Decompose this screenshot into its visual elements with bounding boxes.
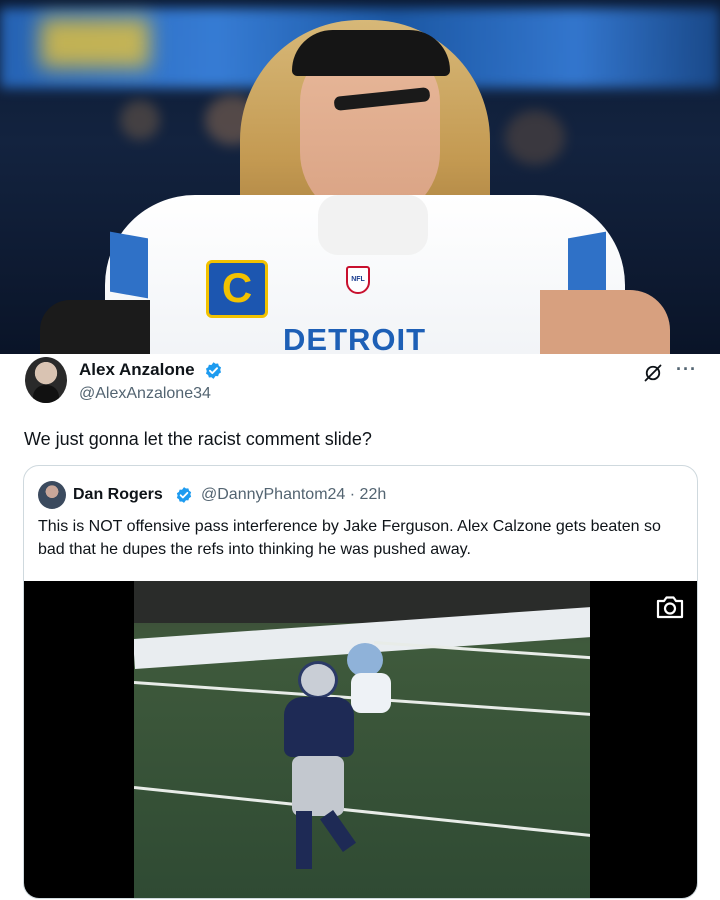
player-arm-right: [540, 290, 670, 354]
leg: [319, 810, 357, 852]
quoted-author-handle-time: @DannyPhantom24 · 22h: [201, 486, 387, 503]
author-name[interactable]: Alex Anzalone: [79, 360, 195, 380]
jersey-sleeve-stripe-left: [110, 231, 148, 299]
hero-photo: C NFL DETROIT: [0, 0, 720, 354]
avatar[interactable]: [25, 357, 67, 403]
more-options-icon[interactable]: ···: [676, 359, 697, 380]
quoted-media-video[interactable]: [24, 581, 697, 898]
avatar[interactable]: [38, 481, 66, 509]
stadium-banner-highlight: [40, 18, 150, 68]
quoted-tweet[interactable]: Dan Rogers @DannyPhantom24 · 22h This is…: [23, 465, 698, 899]
stadium-light: [120, 100, 160, 140]
player-undershirt: [318, 195, 428, 255]
player-arm-left: [40, 300, 150, 354]
camera-icon[interactable]: [654, 593, 686, 621]
tweet-card: Alex Anzalone @AlexAnzalone34 ··· We jus…: [0, 354, 720, 900]
jersey: [284, 697, 354, 757]
tweet-text: We just gonna let the racist comment sli…: [24, 429, 372, 449]
author-handle[interactable]: @AlexAnzalone34: [79, 385, 211, 403]
grok-icon[interactable]: [643, 363, 663, 383]
pants: [292, 756, 344, 816]
verified-badge-icon: [205, 362, 222, 379]
quoted-tweet-text: This is NOT offensive pass interference …: [38, 518, 661, 558]
quoted-author-name: Dan Rogers: [73, 486, 163, 503]
player-headband: [292, 30, 450, 76]
jersey-sleeve-stripe-right: [568, 231, 606, 299]
helmet: [298, 661, 338, 699]
nfl-shield-logo: NFL: [346, 266, 370, 294]
player-cowboys: [274, 661, 364, 876]
jersey-wordmark: DETROIT: [283, 322, 427, 354]
verified-badge-icon: [176, 487, 192, 503]
stadium-light: [505, 110, 565, 165]
captain-patch: C: [206, 260, 268, 318]
leg: [296, 811, 312, 869]
football-field-still: [134, 581, 590, 898]
